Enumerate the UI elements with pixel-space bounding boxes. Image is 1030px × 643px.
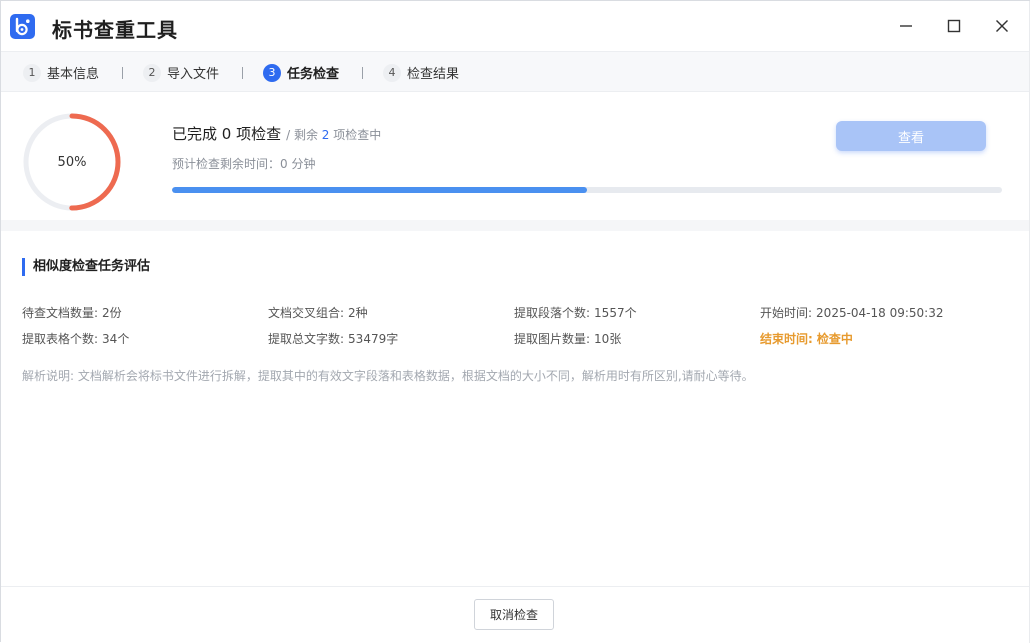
- eval-key: 提取总文字数:: [268, 332, 345, 346]
- eval-value: 34个: [102, 332, 130, 346]
- parse-note: 解析说明: 文档解析会将标书文件进行拆解，提取其中的有效文字段落和表格数据，根据…: [22, 369, 754, 383]
- close-icon: [996, 20, 1008, 32]
- step-basic-info[interactable]: 1 基本信息: [23, 63, 99, 82]
- remaining-prefix: / 剩余: [286, 128, 318, 142]
- step-divider: [362, 67, 363, 79]
- section-title: 相似度检查任务评估: [22, 258, 150, 276]
- remaining-text: / 剩余 2 项检查中: [286, 126, 381, 143]
- progress-panel: 50% 已完成 0 项检查 / 剩余 2 项检查中 预计检查剩余时间：0 分钟: [1, 92, 1029, 220]
- completed-text: 已完成 0 项检查: [172, 125, 282, 143]
- section-divider: [1, 220, 1029, 231]
- eval-key: 提取图片数量:: [514, 332, 591, 346]
- eta-value: 0 分钟: [280, 157, 316, 171]
- eval-item-paragraphs: 提取段落个数: 1557个: [514, 304, 637, 321]
- app-logo-icon: [10, 14, 35, 39]
- eval-key: 提取表格个数:: [22, 332, 99, 346]
- step-label: 基本信息: [47, 67, 100, 82]
- step-number: 1: [23, 63, 41, 82]
- app-window: 标书查重工具 1 基本信息 2 导入文件 3 任务检查 4 检查结果 50% 已…: [0, 0, 1030, 643]
- eval-key: 开始时间:: [760, 306, 813, 320]
- step-navigation: 1 基本信息 2 导入文件 3 任务检查 4 检查结果: [1, 51, 1029, 92]
- eval-key: 文档交叉组合:: [268, 306, 345, 320]
- progress-percent: 50%: [57, 154, 87, 170]
- title-bar: 标书查重工具: [1, 1, 1029, 51]
- eval-value: 2份: [102, 306, 122, 320]
- eval-item-char-count: 提取总文字数: 53479字: [268, 330, 398, 347]
- eval-item-doc-count: 待查文档数量: 2份: [22, 304, 122, 321]
- step-check-results[interactable]: 4 检查结果: [383, 63, 459, 82]
- eval-value: 检查中: [816, 332, 853, 346]
- status-line: 已完成 0 项检查 / 剩余 2 项检查中: [172, 123, 381, 144]
- eval-item-combinations: 文档交叉组合: 2种: [268, 304, 368, 321]
- eval-item-end-time: 结束时间: 检查中: [760, 330, 853, 347]
- eval-item-tables: 提取表格个数: 34个: [22, 330, 129, 347]
- step-number: 3: [263, 63, 281, 82]
- step-label: 导入文件: [167, 67, 220, 82]
- maximize-button[interactable]: [939, 11, 969, 41]
- eval-key: 结束时间:: [760, 332, 813, 346]
- eval-value: 53479字: [348, 332, 399, 346]
- eval-value: 2025-04-18 09:50:32: [816, 306, 944, 320]
- step-number: 2: [143, 63, 161, 82]
- eval-item-images: 提取图片数量: 10张: [514, 330, 621, 347]
- step-divider: [122, 67, 123, 79]
- eval-key: 待查文档数量:: [22, 306, 99, 320]
- eta-text: 预计检查剩余时间：0 分钟: [172, 155, 315, 172]
- step-task-check[interactable]: 3 任务检查: [263, 63, 339, 82]
- app-title: 标书查重工具: [52, 18, 178, 42]
- step-label: 检查结果: [407, 67, 460, 82]
- progress-bar: [172, 187, 1002, 193]
- eval-item-start-time: 开始时间: 2025-04-18 09:50:32: [760, 304, 944, 321]
- eval-value: 1557个: [594, 306, 637, 320]
- eta-label: 预计检查剩余时间：: [172, 157, 281, 171]
- minimize-button[interactable]: [891, 11, 921, 41]
- eval-value: 10张: [594, 332, 622, 346]
- progress-bar-fill: [172, 187, 587, 193]
- step-import-files[interactable]: 2 导入文件: [143, 63, 219, 82]
- footer-bar: 取消检查: [1, 586, 1029, 642]
- eval-value: 2种: [348, 306, 368, 320]
- minimize-icon: [900, 25, 912, 27]
- close-button[interactable]: [987, 11, 1017, 41]
- step-label: 任务检查: [287, 67, 340, 82]
- cancel-check-button[interactable]: 取消检查: [474, 599, 554, 630]
- step-divider: [242, 67, 243, 79]
- remaining-suffix: 项检查中: [333, 128, 382, 142]
- remaining-count: 2: [321, 128, 330, 142]
- step-number: 4: [383, 63, 401, 82]
- eval-key: 提取段落个数:: [514, 306, 591, 320]
- maximize-icon: [947, 19, 961, 33]
- view-button[interactable]: 查看: [836, 121, 986, 151]
